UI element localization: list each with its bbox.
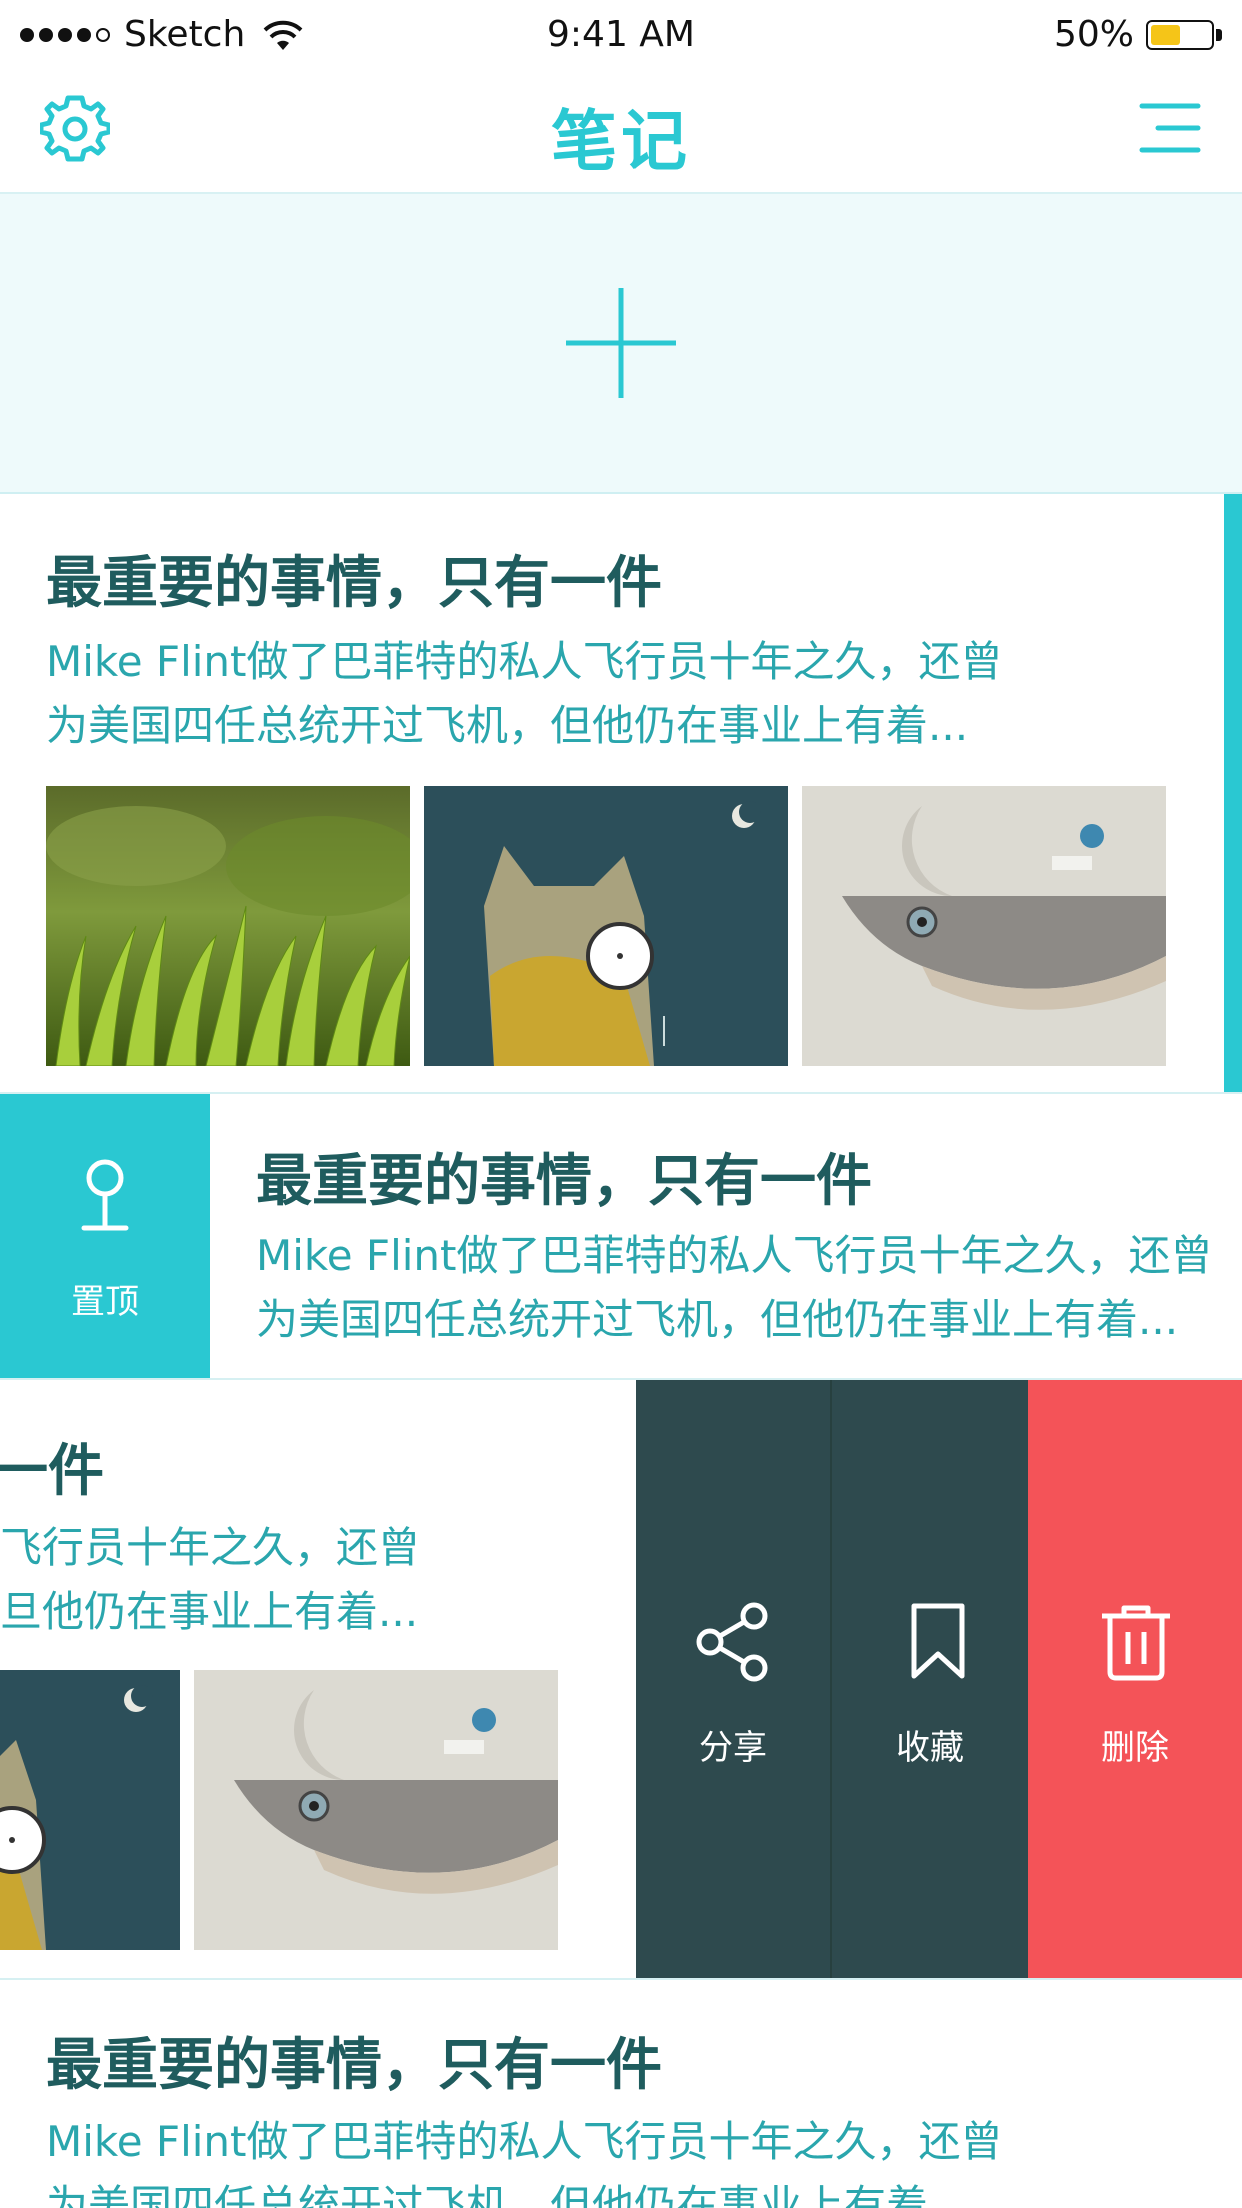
note-excerpt-line: 为美国四任总统开过飞机，但他仍在事业上有着... [46, 2181, 969, 2208]
thumbnail-grass[interactable] [46, 786, 410, 1066]
note-card[interactable]: 最重要的事情，只有一件 Mike Flint做了巴菲特的私人飞行员十年之久，还曾… [0, 1980, 1242, 2208]
note-excerpt-line: Mike Flint做了巴菲特的私人飞行员十年之久，还曾 [46, 2117, 1003, 2166]
share-icon [696, 1602, 768, 1682]
thumbnail-fish[interactable] [802, 786, 1166, 1066]
bookmark-icon [911, 1603, 965, 1679]
share-label: 分享 [699, 1728, 767, 1768]
note-title: 最重要的事情，只有一件 [46, 551, 662, 616]
note-excerpt: 飞行员十年之久，还曾 旦他仍在事业上有着... [0, 1516, 420, 1644]
note-title: 最重要的事情，只有一件 [46, 2033, 662, 2098]
note-card[interactable]: 一件 飞行员十年之久，还曾 旦他仍在事业上有着... 分享 收藏 删除 [0, 1380, 1242, 1980]
note-card[interactable]: 最重要的事情，只有一件 Mike Flint做了巴菲特的私人飞行员十年之久，还曾… [0, 494, 1242, 1094]
thumbnail-owl[interactable] [424, 786, 788, 1066]
pin-label: 置顶 [71, 1282, 139, 1322]
status-bar: Sketch 9:41 AM 50% [0, 0, 1242, 68]
nav-bar: 笔记 [0, 68, 1242, 194]
note-title: 一件 [0, 1439, 104, 1504]
note-excerpt: Mike Flint做了巴菲特的私人飞行员十年之久，还曾 为美国四任总统开过飞机… [46, 2110, 1003, 2208]
note-excerpt: Mike Flint做了巴菲特的私人飞行员十年之久，还曾 为美国四任总统开过飞机… [46, 630, 1003, 758]
note-excerpt-line: Mike Flint做了巴菲特的私人飞行员十年之久，还曾 [256, 1231, 1213, 1280]
pin-button[interactable]: 置顶 [0, 1094, 210, 1378]
thumbnail-owl[interactable] [0, 1670, 180, 1950]
note-excerpt-line: Mike Flint做了巴菲特的私人飞行员十年之久，还曾 [46, 637, 1003, 686]
thumbnail-fish[interactable] [194, 1670, 558, 1950]
page-title: 笔记 [551, 103, 691, 180]
add-note-button[interactable] [0, 194, 1242, 494]
note-excerpt-line: 为美国四任总统开过飞机，但他仍在事业上有着... [46, 701, 969, 750]
note-title: 最重要的事情，只有一件 [256, 1149, 872, 1214]
status-right: 50% [1054, 14, 1222, 55]
note-card[interactable]: 置顶 最重要的事情，只有一件 Mike Flint做了巴菲特的私人飞行员十年之久… [0, 1094, 1242, 1380]
battery-percent: 50% [1053, 14, 1134, 55]
plus-icon [566, 288, 676, 398]
note-excerpt-line: 旦他仍在事业上有着... [0, 1587, 419, 1636]
trash-icon [1102, 1605, 1170, 1681]
selected-indicator [1224, 494, 1242, 1092]
favorite-button[interactable]: 收藏 [832, 1380, 1028, 1978]
note-excerpt: Mike Flint做了巴菲特的私人飞行员十年之久，还曾 为美国四任总统开过飞机… [256, 1224, 1213, 1352]
note-excerpt-line: 为美国四任总统开过飞机，但他仍在事业上有着... [256, 1295, 1179, 1344]
delete-label: 删除 [1101, 1728, 1169, 1768]
battery-icon [1146, 18, 1222, 52]
menu-icon[interactable] [1138, 98, 1202, 158]
share-button[interactable]: 分享 [636, 1380, 832, 1978]
delete-button[interactable]: 删除 [1028, 1380, 1242, 1978]
favorite-label: 收藏 [896, 1728, 964, 1768]
pin-icon [81, 1159, 129, 1231]
note-excerpt-line: 飞行员十年之久，还曾 [0, 1523, 421, 1572]
